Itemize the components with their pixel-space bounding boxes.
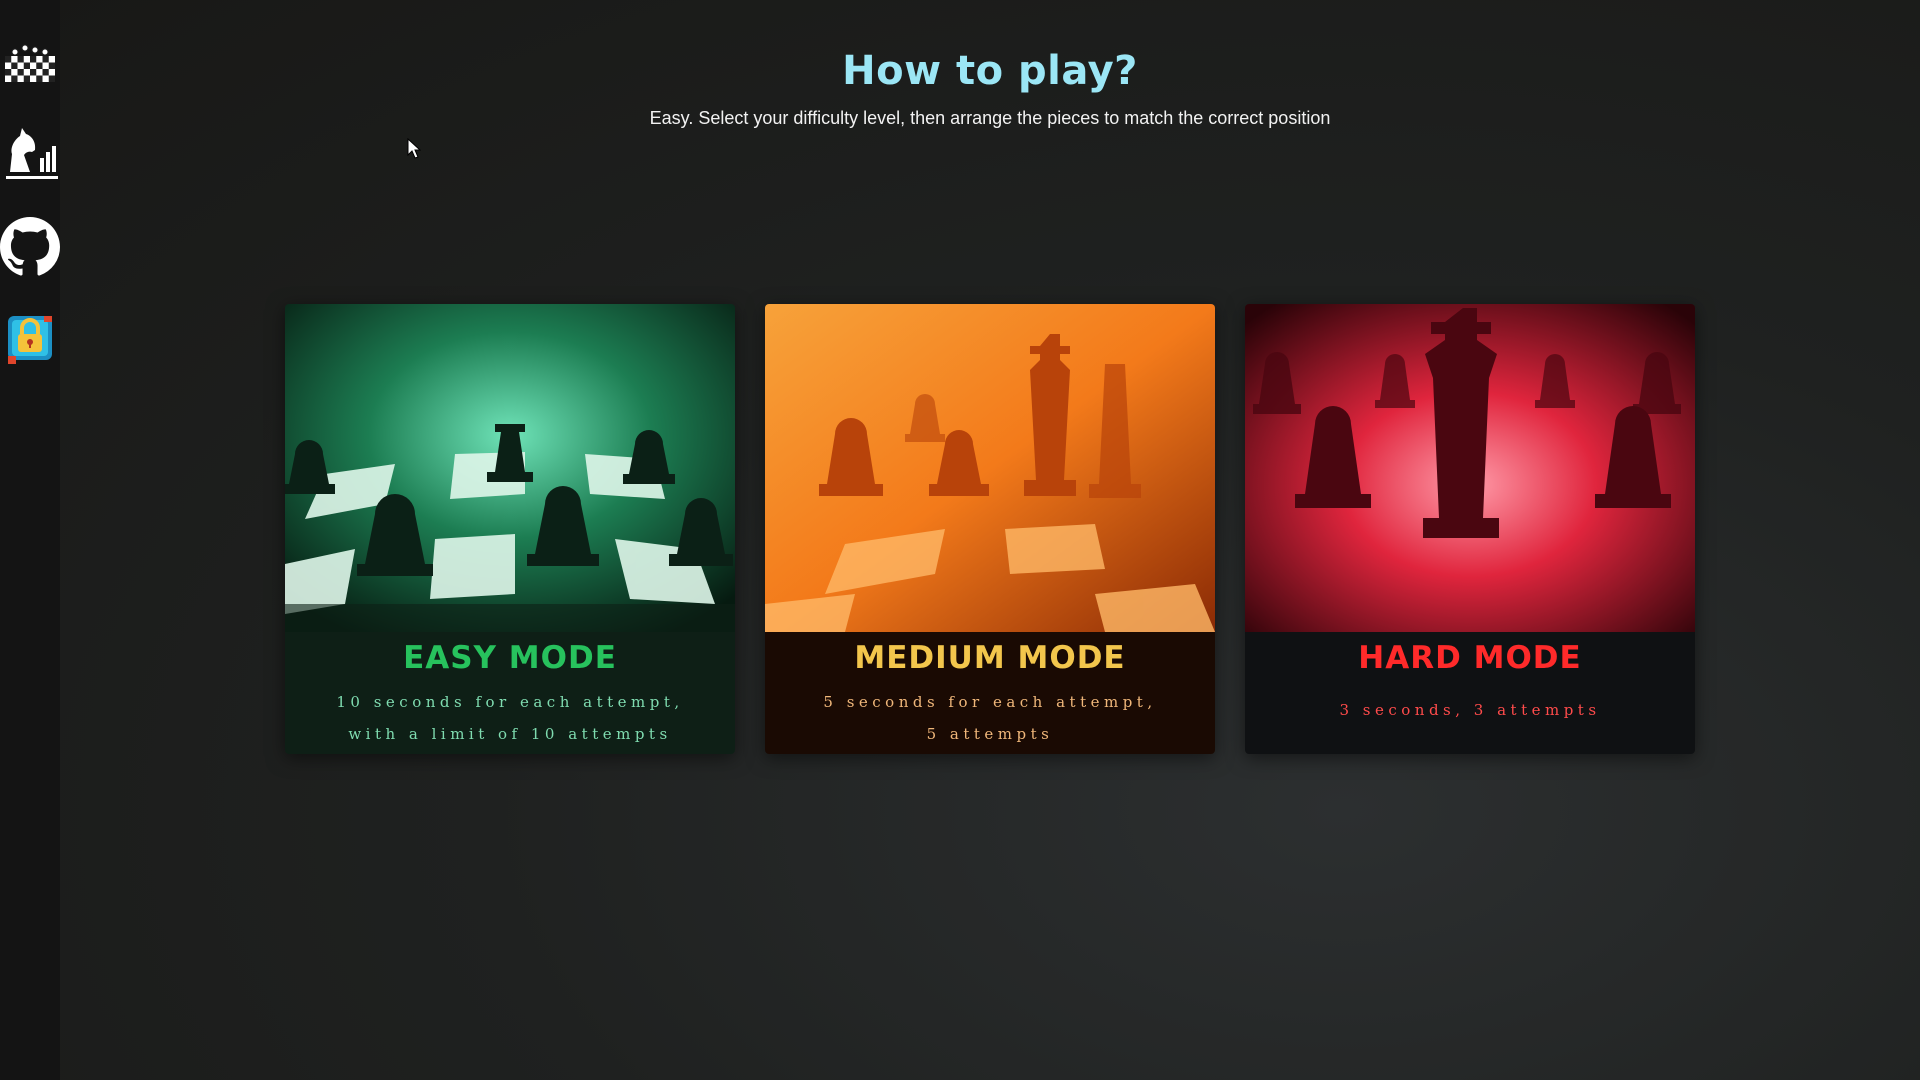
medium-mode-image <box>765 304 1215 632</box>
hard-mode-image <box>1245 304 1695 632</box>
hard-mode-title: HARD MODE <box>1358 640 1582 676</box>
easy-mode-body: EASY MODE 10 seconds for each attempt, w… <box>285 632 735 754</box>
page-title: How to play? <box>842 48 1138 94</box>
medium-mode-body: MEDIUM MODE 5 seconds for each attempt, … <box>765 632 1215 754</box>
mode-cards: EASY MODE 10 seconds for each attempt, w… <box>285 304 1695 754</box>
chessboard-icon <box>5 44 55 82</box>
hard-mode-desc-line1: 3 seconds, 3 attempts <box>1339 701 1601 719</box>
medium-mode-desc-line2: 5 attempts <box>926 725 1054 743</box>
padlock-icon <box>8 316 52 364</box>
sidebar <box>0 0 60 1080</box>
github-button[interactable] <box>0 212 60 282</box>
header: How to play? Easy. Select your difficult… <box>60 48 1920 129</box>
knight-chart-icon <box>6 128 58 179</box>
lock-app-button[interactable] <box>0 303 60 373</box>
easy-mode-image <box>285 304 735 632</box>
hard-mode-body: HARD MODE 3 seconds, 3 attempts <box>1245 632 1695 754</box>
easy-mode-card[interactable]: EASY MODE 10 seconds for each attempt, w… <box>285 304 735 754</box>
stats-button[interactable] <box>0 115 60 185</box>
medium-mode-title: MEDIUM MODE <box>854 640 1126 676</box>
github-icon <box>0 217 60 276</box>
medium-mode-desc-line1: 5 seconds for each attempt, <box>823 693 1157 711</box>
easy-mode-title: EASY MODE <box>403 640 617 676</box>
easy-mode-desc-line1: 10 seconds for each attempt, <box>336 693 684 711</box>
page-subtitle: Easy. Select your difficulty level, then… <box>649 108 1331 128</box>
easy-mode-desc: 10 seconds for each attempt, with a limi… <box>285 686 735 750</box>
hard-mode-desc: 3 seconds, 3 attempts <box>1245 694 1695 726</box>
easy-mode-desc-line2: with a limit of 10 attempts <box>348 725 672 743</box>
mouse-cursor-icon <box>407 138 421 159</box>
chessboard-logo-button[interactable] <box>0 26 60 96</box>
medium-mode-desc: 5 seconds for each attempt, 5 attempts <box>765 686 1215 750</box>
medium-mode-card[interactable]: MEDIUM MODE 5 seconds for each attempt, … <box>765 304 1215 754</box>
hard-mode-card[interactable]: HARD MODE 3 seconds, 3 attempts <box>1245 304 1695 754</box>
